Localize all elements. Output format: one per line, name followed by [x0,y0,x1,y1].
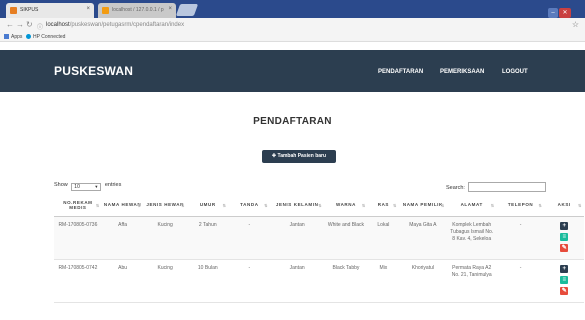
minimize-icon[interactable]: – [548,8,558,18]
entries-select[interactable]: 10 ▼ [71,183,102,191]
cell-alamat: Komplek Lembah Tubagus Ismail No. 8 Kav.… [446,216,497,260]
browser-tab-phpmyadmin[interactable]: localhost / 127.0.0.1 / p × [98,3,176,18]
sort-icon: ⇅ [393,203,397,208]
cell-ras: Mix [367,259,399,303]
table-row: RM-170805-0736 Affa Kucing 2 Tahun - Jan… [54,216,584,260]
search-input[interactable] [467,182,546,192]
col-header-umur[interactable]: UMUR ⇅ [187,194,229,217]
cell-tanda: - [228,216,271,260]
cell-nama-pemilik: Maya Gita A [398,216,447,260]
edit-pencil-button[interactable]: ✎ [560,286,569,295]
col-header-ras[interactable]: RAS ⇅ [367,194,399,217]
cell-umur: 10 Bulan [187,259,229,303]
col-header-warna[interactable]: WARNA ⇅ [324,194,368,217]
add-patient-button[interactable]: ✚ Tambah Pasien baru [262,150,336,163]
new-tab-button[interactable] [175,4,199,16]
add-record-button[interactable]: + [560,221,569,230]
address-bar: ← → ↻ ⓘ localhost/puskeswan/petugasrm/cp… [0,18,585,32]
table-search: Search: [446,182,546,192]
sort-icon: ⇅ [137,203,142,208]
browser-tab-sikpus[interactable]: SIKPUS × [6,3,94,18]
cell-umur: 2 Tahun [187,216,229,260]
cell-ras: Lokal [367,216,399,260]
col-header-telepon[interactable]: TELEPON ⇅ [496,194,545,217]
hp-logo-icon [26,34,31,39]
page-title: PENDAFTARAN [253,116,332,127]
col-header-no-rekam-medis[interactable]: NO.REKAM MEDIS ⇅ [54,194,102,217]
add-record-button[interactable]: + [560,264,569,273]
sort-icon: ⇅ [264,203,269,208]
cell-nama-hewan: Abu [101,259,144,303]
detail-button[interactable]: ≡ [560,275,569,284]
url-host: localhost [46,22,70,28]
url-field[interactable]: localhost/puskeswan/petugasrm/cpendaftar… [46,22,184,28]
cell-nama-pemilik: Khoriyatul [398,259,447,303]
table-row: RM-170805-0742 Abu Kucing 10 Bulan - Jan… [54,259,584,303]
cell-jenis-hewan: Kucing [143,259,187,303]
tab-title: SIKPUS [20,7,39,13]
forward-arrow-icon[interactable]: → [16,20,24,29]
entries-length-control: Show 10 ▼ entries [54,182,122,191]
url-path: /puskeswan/petugasrm/cpendaftaran/index [69,22,185,28]
reload-icon[interactable]: ↻ [26,20,33,29]
cell-warna: Black Tabby [324,259,368,303]
close-window-icon[interactable]: ✕ [559,8,571,18]
sort-icon: ⇅ [222,203,227,208]
cell-jenis-kelamin: Jantan [270,259,325,303]
cell-no-rekam-medis: RM-170805-0736 [54,216,102,260]
nav-pendaftaran[interactable]: PENDAFTARAN [378,69,423,75]
sort-icon: ⇅ [578,203,582,208]
sort-icon: ⇅ [95,203,100,208]
cell-aksi: + ≡ ✎ [544,259,584,303]
col-header-jenis-hewan[interactable]: JENIS HEWAN ⇅ [143,194,187,217]
col-header-alamat[interactable]: ALAMAT ⇅ [446,194,497,217]
window-controls: – ✕ [547,1,581,18]
sikpus-favicon-icon [10,7,17,14]
app-navbar: PUSKESWAN PENDAFTARAN PEMERIKSAAN LOGOUT [0,50,585,92]
close-tab-icon[interactable]: × [86,6,90,12]
cell-telepon: - [496,216,545,260]
cell-warna: White and Black [324,216,368,260]
sort-icon: ⇅ [538,203,543,208]
cell-no-rekam-medis: RM-170805-0742 [54,259,102,303]
patient-table: NO.REKAM MEDIS ⇅ NAMA HEWAN ⇅ JENIS HEWAN ⇅… [54,194,584,303]
bookmarks-bar: Apps HP Connected [0,32,585,42]
bookmark-star-icon[interactable]: ☆ [572,20,579,29]
browser-tab-bar: SIKPUS × localhost / 127.0.0.1 / p × – ✕ [0,0,585,18]
col-header-nama-pemilik[interactable]: NAMA PEMILIK ⇅ [398,194,447,217]
cell-aksi: + ≡ ✎ [544,216,584,260]
info-icon[interactable]: ⓘ [37,22,43,31]
cell-jenis-hewan: Kucing [143,216,187,260]
sort-icon: ⇅ [440,203,445,208]
tab-title: localhost / 127.0.0.1 / p [112,7,164,13]
brand-logo[interactable]: PUSKESWAN [54,64,133,78]
phpmyadmin-favicon-icon [102,7,109,14]
cell-tanda: - [228,259,271,303]
cell-telepon: - [496,259,545,303]
apps-grid-icon [4,34,9,39]
sort-icon: ⇅ [318,203,323,208]
sort-icon: ⇅ [181,203,185,208]
search-label: Search: [446,185,465,191]
cell-alamat: Permata Raya A2 No. 21, Tanimulya [446,259,497,303]
caret-down-icon: ▼ [94,184,99,189]
nav-pemeriksaan[interactable]: PEMERIKSAAN [440,69,484,75]
cell-nama-hewan: Affa [101,216,144,260]
back-arrow-icon[interactable]: ← [6,20,14,29]
bookmark-hp-connected[interactable]: HP Connected [26,34,65,40]
sort-icon: ⇅ [490,203,495,208]
edit-pencil-button[interactable]: ✎ [560,243,569,252]
nav-logout[interactable]: LOGOUT [502,69,528,75]
col-header-nama-hewan[interactable]: NAMA HEWAN ⇅ [101,194,144,217]
cell-jenis-kelamin: Jantan [270,216,325,260]
bookmark-apps[interactable]: Apps [4,34,22,40]
sort-icon: ⇅ [361,203,366,208]
col-header-jenis-kelamin[interactable]: JENIS KELAMIN ⇅ [270,194,325,217]
col-header-tanda[interactable]: TANDA ⇅ [228,194,271,217]
col-header-aksi[interactable]: AKSI ⇅ [544,194,584,217]
close-tab-icon[interactable]: × [168,6,172,12]
detail-button[interactable]: ≡ [560,232,569,241]
table-header-row: NO.REKAM MEDIS ⇅ NAMA HEWAN ⇅ JENIS HEWAN ⇅… [54,194,584,217]
